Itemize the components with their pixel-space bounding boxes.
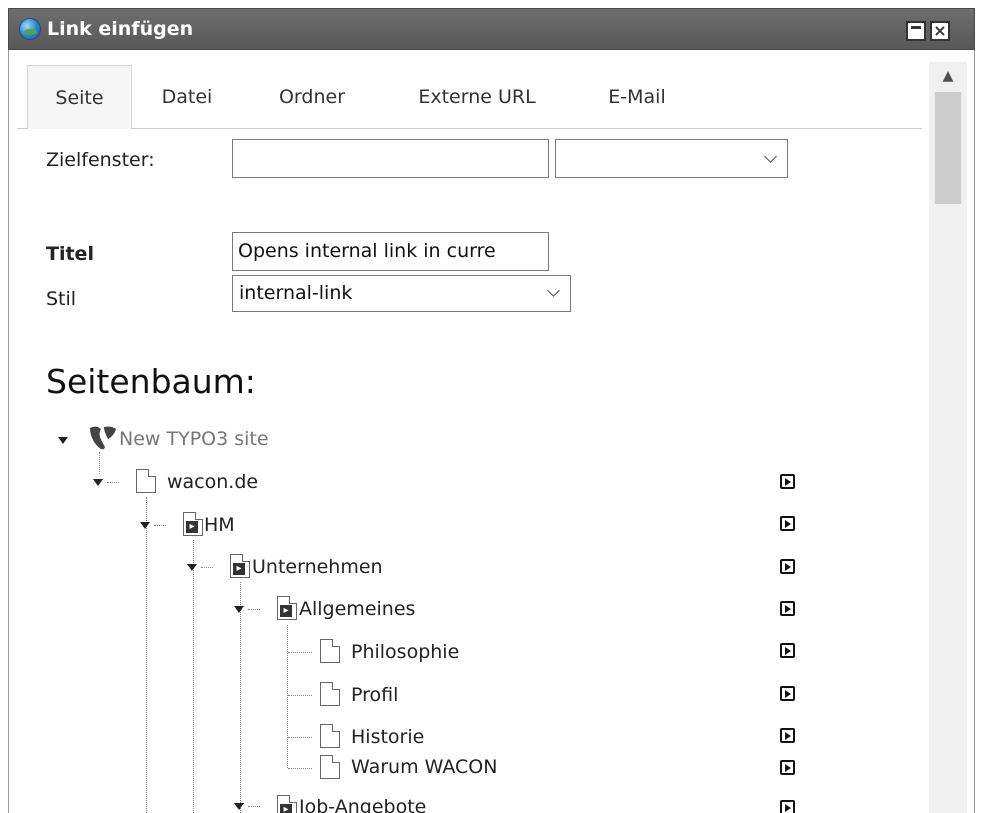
- dialog-titlebar: Link einfügen ×: [8, 8, 975, 50]
- tree-connector: [154, 525, 166, 526]
- tree-connector: [287, 625, 288, 768]
- stil-label: Stil: [46, 288, 77, 310]
- tab-datei[interactable]: Datei: [142, 65, 232, 129]
- titel-label: Titel: [46, 243, 94, 265]
- collapse-toggle-icon[interactable]: [234, 606, 244, 613]
- tree-node-allgemeines[interactable]: Allgemeines: [299, 597, 415, 621]
- collapse-toggle-icon[interactable]: [187, 564, 197, 571]
- scrollbar-thumb[interactable]: [935, 92, 961, 204]
- link-type-tabs: Seite Datei Ordner Externe URL E-Mail: [17, 65, 922, 129]
- tree-node-job-angebote[interactable]: Job-Angebote: [299, 795, 426, 813]
- stil-select[interactable]: internal-link: [232, 275, 571, 312]
- tree-node-warum-wacon[interactable]: Warum WACON: [351, 755, 497, 779]
- tree-node-hm[interactable]: HM: [204, 513, 235, 537]
- select-page-icon[interactable]: [780, 516, 795, 531]
- tree-node-unternehmen[interactable]: Unternehmen: [252, 555, 383, 579]
- maximize-button[interactable]: [906, 21, 926, 41]
- select-page-icon[interactable]: [780, 728, 795, 743]
- select-page-icon[interactable]: [780, 686, 795, 701]
- zielfenster-select[interactable]: [555, 139, 788, 178]
- collapse-toggle-icon[interactable]: [58, 437, 68, 444]
- tab-seite[interactable]: Seite: [27, 65, 132, 129]
- tree-connector: [107, 482, 119, 483]
- tab-ordner[interactable]: Ordner: [257, 65, 367, 129]
- page-icon: [320, 639, 340, 663]
- shortcut-page-icon: [277, 795, 297, 813]
- globe-link-icon: [19, 18, 41, 40]
- tree-connector: [240, 582, 241, 813]
- page-icon: [320, 755, 340, 779]
- scroll-up-arrow-icon[interactable]: ▲: [929, 62, 967, 92]
- collapse-toggle-icon[interactable]: [234, 803, 244, 810]
- select-page-icon[interactable]: [780, 474, 795, 489]
- tab-externe-url[interactable]: Externe URL: [392, 65, 562, 129]
- tree-connector: [99, 452, 100, 474]
- typo3-logo-icon: [90, 426, 116, 450]
- collapse-toggle-icon[interactable]: [140, 522, 150, 529]
- page-icon: [320, 682, 340, 706]
- tree-node-historie[interactable]: Historie: [351, 725, 424, 749]
- select-page-icon[interactable]: [780, 601, 795, 616]
- vertical-scrollbar[interactable]: ▲: [929, 62, 967, 813]
- tree-root-label[interactable]: New TYPO3 site: [119, 427, 269, 451]
- zielfenster-input[interactable]: [232, 139, 549, 178]
- tree-node-profil[interactable]: Profil: [351, 683, 398, 707]
- page-icon: [320, 724, 340, 748]
- close-button[interactable]: ×: [930, 21, 950, 41]
- tree-connector: [288, 768, 312, 769]
- tree-node-philosophie[interactable]: Philosophie: [351, 640, 459, 664]
- select-page-icon[interactable]: [780, 559, 795, 574]
- tree-connector: [201, 567, 213, 568]
- select-page-icon[interactable]: [780, 643, 795, 658]
- chevron-down-icon: [547, 284, 560, 297]
- select-page-icon[interactable]: [780, 760, 795, 775]
- tab-email[interactable]: E-Mail: [587, 65, 687, 129]
- shortcut-page-icon: [277, 596, 297, 620]
- chevron-down-icon: [764, 150, 777, 163]
- titel-input[interactable]: Opens internal link in curre: [232, 232, 549, 271]
- tree-connector: [146, 497, 147, 813]
- tree-connector: [288, 652, 312, 653]
- dialog-title: Link einfügen: [47, 18, 194, 40]
- tree-connector: [248, 609, 260, 610]
- tree-connector: [288, 695, 312, 696]
- tree-connector: [248, 806, 260, 807]
- tree-node-wacon[interactable]: wacon.de: [167, 470, 258, 494]
- tree-connector: [288, 737, 312, 738]
- page-tree-heading: Seitenbaum:: [46, 362, 256, 401]
- stil-select-value: internal-link: [239, 282, 353, 304]
- collapse-toggle-icon[interactable]: [93, 479, 103, 486]
- page-icon: [136, 469, 156, 493]
- zielfenster-label: Zielfenster:: [46, 149, 155, 171]
- tree-connector: [193, 540, 194, 813]
- shortcut-page-icon: [183, 512, 203, 536]
- select-page-icon[interactable]: [780, 800, 795, 813]
- shortcut-page-icon: [230, 554, 250, 578]
